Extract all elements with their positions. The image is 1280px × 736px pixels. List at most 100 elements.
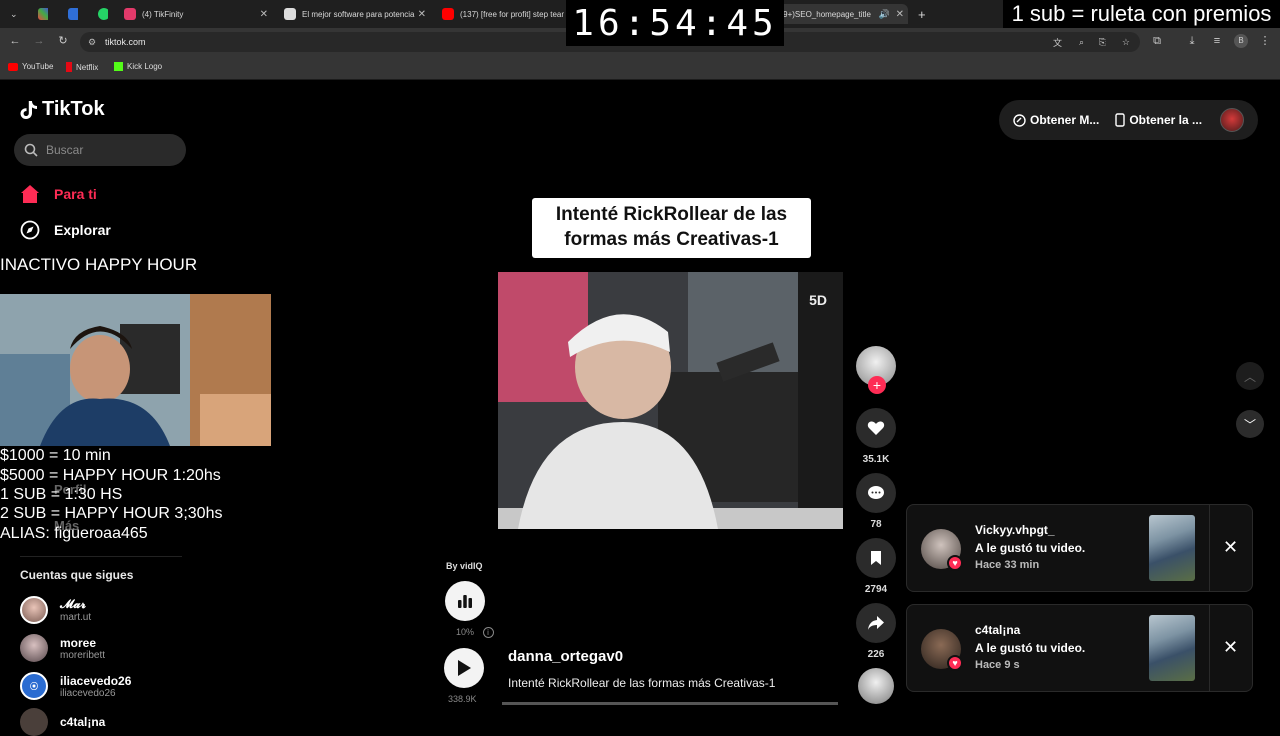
share-circle xyxy=(856,603,896,643)
price-line: 2 SUB = HAPPY HOUR 3;30hs xyxy=(0,505,223,522)
video-badge: 5D xyxy=(809,292,827,308)
video-progress-bar[interactable] xyxy=(502,702,838,705)
close-icon[interactable]: ✕ xyxy=(1223,537,1238,558)
view-count: 338.9K xyxy=(448,694,477,704)
install-icon[interactable]: ⎘ xyxy=(1099,37,1106,48)
previous-video-button[interactable]: ︿ xyxy=(1236,362,1264,390)
kick-icon xyxy=(114,62,123,71)
webcam-image xyxy=(0,294,271,446)
get-coins-button[interactable]: Obtener M... xyxy=(999,113,1107,127)
nav-explorar[interactable]: Explorar xyxy=(20,220,111,240)
price-line: $1000 = 10 min xyxy=(0,447,111,464)
following-item[interactable]: ⦿ iliacevedo26 iliacevedo26 xyxy=(20,672,131,700)
coin-icon xyxy=(1013,113,1026,127)
happy-hour-status: INACTIVO HAPPY HOUR xyxy=(0,255,198,274)
speaker-icon[interactable]: 🔊 xyxy=(879,9,890,20)
like-notification[interactable]: ♥ c4tal¡na A le gustó tu video. Hace 9 s… xyxy=(906,604,1253,692)
close-icon[interactable]: ✕ xyxy=(1223,637,1238,658)
downloads-icon[interactable]: ⤓ xyxy=(1185,34,1199,48)
save-count: 2794 xyxy=(864,584,888,595)
following-name: 𝓜𝓪𝓻 xyxy=(60,597,86,611)
tab-list-button[interactable]: ⌄ xyxy=(4,4,22,24)
like-notification[interactable]: ♥ Vickyy.vhpgt_ A le gustó tu video. Hac… xyxy=(906,504,1253,592)
translate-icon[interactable]: 文 xyxy=(1053,36,1062,49)
profile-avatar[interactable]: B xyxy=(1234,34,1248,48)
close-tab-icon[interactable]: ✕ xyxy=(260,9,268,20)
save-circle xyxy=(856,538,896,578)
sound-avatar-button[interactable] xyxy=(856,668,896,704)
notification-message: A le gustó tu video. xyxy=(975,541,1086,555)
get-coins-label: Obtener M... xyxy=(1030,113,1100,127)
back-icon[interactable]: ← xyxy=(8,34,22,48)
like-button[interactable]: 35.1K xyxy=(856,408,896,465)
video-thumbnail xyxy=(1149,515,1195,581)
following-username: moreribett xyxy=(60,649,106,661)
alias-line: ALIAS: figueroaa465 xyxy=(0,525,148,542)
extensions-icon[interactable]: ⧉ xyxy=(1150,34,1164,48)
following-name: moree xyxy=(60,635,97,650)
comment-button[interactable]: 78 xyxy=(856,473,896,530)
phone-icon xyxy=(1115,113,1126,127)
share-icon xyxy=(868,616,884,630)
bookmark-youtube[interactable]: YouTube xyxy=(8,62,53,71)
bookmarks-bar: YouTube Netflix Kick Logo xyxy=(0,56,1280,80)
video-player[interactable]: 5D xyxy=(498,272,843,529)
pinned-tab[interactable] xyxy=(32,4,48,24)
creator-avatar-button[interactable]: + xyxy=(856,346,896,394)
next-video-button[interactable]: ﹀ xyxy=(1236,410,1264,438)
notification-user: Vickyy.vhpgt_ xyxy=(975,523,1055,537)
site-info-icon[interactable]: ⚙ xyxy=(88,37,96,48)
heart-icon xyxy=(867,421,885,435)
forward-icon[interactable]: → xyxy=(32,34,46,48)
video-caption-card: Intenté RickRollear de las formas más Cr… xyxy=(532,198,811,258)
comment-count: 78 xyxy=(870,519,882,530)
close-tab-icon[interactable]: ✕ xyxy=(896,9,904,20)
search-input[interactable]: Buscar xyxy=(14,134,186,166)
video-author[interactable]: danna_ortegav0 xyxy=(508,648,623,665)
browser-tab[interactable]: (4) TikFinity ✕ xyxy=(118,4,272,24)
tiktok-logo[interactable]: TikTok xyxy=(20,98,105,121)
media-controls-icon[interactable]: ≡ xyxy=(1210,34,1224,48)
zoom-icon[interactable]: ⌕ xyxy=(1079,37,1084,48)
browser-tab[interactable]: (137) [free for profit] step team xyxy=(436,4,564,24)
reload-icon[interactable]: ↻ xyxy=(56,34,70,48)
divider xyxy=(1209,605,1210,691)
share-button[interactable]: 226 xyxy=(856,603,896,660)
save-button[interactable]: 2794 xyxy=(856,538,896,595)
info-icon[interactable]: i xyxy=(482,627,494,638)
pinned-tab[interactable] xyxy=(92,4,108,24)
notification-time: Hace 9 s xyxy=(975,659,1020,671)
play-button[interactable] xyxy=(444,648,484,688)
divider xyxy=(1209,505,1210,591)
new-tab-button[interactable]: + xyxy=(912,4,930,24)
heart-badge-icon: ♥ xyxy=(947,655,963,671)
bookmark-star-icon[interactable]: ☆ xyxy=(1122,37,1130,48)
following-username: mart.ut xyxy=(60,612,92,623)
price-line: $5000 = HAPPY HOUR 1:20hs xyxy=(0,467,221,484)
avatar xyxy=(20,596,48,624)
menu-icon[interactable]: ⋮ xyxy=(1258,34,1272,48)
nav-para-ti[interactable]: Para ti xyxy=(20,184,97,204)
youtube-icon xyxy=(442,8,454,20)
bar-chart-icon xyxy=(458,595,472,608)
following-item[interactable]: c4tal¡na xyxy=(20,708,105,736)
pinned-tab[interactable] xyxy=(62,4,78,24)
play-icon xyxy=(458,660,471,676)
following-name: iliacevedo26 xyxy=(60,673,132,688)
logo-text: TikTok xyxy=(42,98,105,120)
bookmark-kick[interactable]: Kick Logo xyxy=(114,62,162,71)
nav-label: Para ti xyxy=(54,186,97,202)
user-avatar[interactable] xyxy=(1220,108,1245,132)
browser-tab-active[interactable]: (99+)SEO_homepage_title 🔊 ✕ xyxy=(770,4,908,24)
tab-title: (137) [free for profit] step team xyxy=(460,9,564,19)
home-icon xyxy=(21,185,39,203)
bookmark-netflix[interactable]: Netflix xyxy=(66,62,98,72)
following-item[interactable]: moree moreribett xyxy=(20,634,105,662)
vidiq-stats-button[interactable] xyxy=(445,581,485,621)
sound-disc xyxy=(858,668,894,704)
close-tab-icon[interactable]: ✕ xyxy=(418,9,426,20)
get-app-button[interactable]: Obtener la ... xyxy=(1107,113,1210,127)
follow-plus-icon[interactable]: + xyxy=(868,376,886,394)
following-item[interactable]: 𝓜𝓪𝓻 mart.ut xyxy=(20,596,91,624)
browser-tab[interactable]: El mejor software para potencia ✕ xyxy=(278,4,430,24)
